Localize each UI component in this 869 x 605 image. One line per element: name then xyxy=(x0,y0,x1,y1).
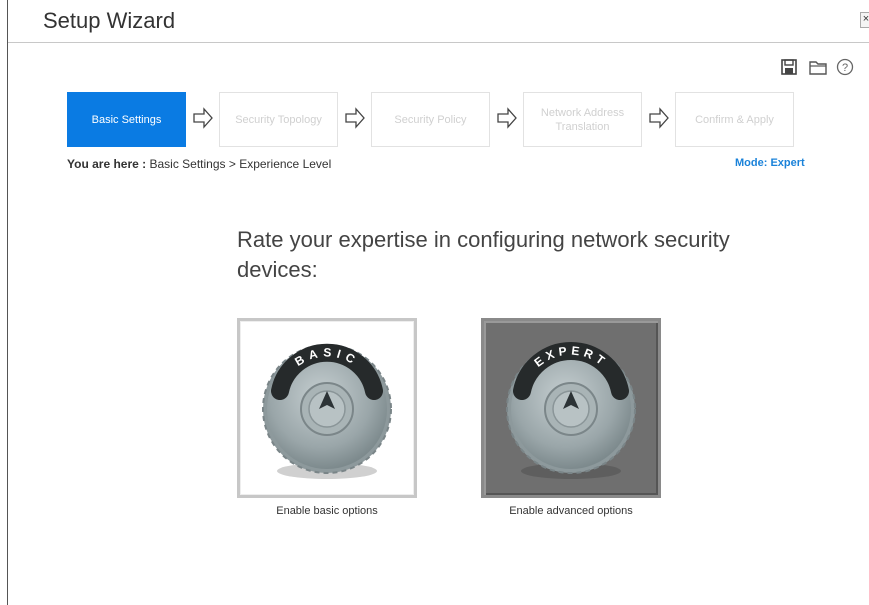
help-icon[interactable]: ? xyxy=(836,58,854,76)
step-network-address-translation[interactable]: Network Address Translation xyxy=(523,92,642,147)
step-security-policy[interactable]: Security Policy xyxy=(371,92,490,147)
basic-option-card[interactable]: BASIC xyxy=(237,318,417,498)
arrow-right-icon xyxy=(496,107,518,129)
step-confirm-apply[interactable]: Confirm & Apply xyxy=(675,92,794,147)
arrow-right-icon xyxy=(648,107,670,129)
breadcrumb-prefix: You are here : xyxy=(67,157,147,171)
step-basic-settings[interactable]: Basic Settings xyxy=(67,92,186,147)
step-security-topology[interactable]: Security Topology xyxy=(219,92,338,147)
arrow-right-icon xyxy=(344,107,366,129)
setup-wizard-window: Setup Wizard × ? Basic Settings Security… xyxy=(7,0,869,605)
expert-option-card[interactable]: EXPERT xyxy=(481,318,661,498)
window-title: Setup Wizard xyxy=(43,8,176,33)
close-button[interactable]: × xyxy=(860,12,869,28)
basic-option-caption[interactable]: Enable basic options xyxy=(237,505,417,517)
breadcrumb-path: Basic Settings > Experience Level xyxy=(149,157,332,171)
basic-dial-icon: BASIC xyxy=(262,343,392,479)
save-icon[interactable] xyxy=(780,58,798,76)
expert-option-caption[interactable]: Enable advanced options xyxy=(481,505,661,517)
folder-icon[interactable] xyxy=(808,58,827,76)
breadcrumb: You are here : Basic Settings > Experien… xyxy=(67,157,331,171)
svg-text:?: ? xyxy=(842,62,848,74)
title-bar: Setup Wizard × xyxy=(8,0,869,43)
arrow-right-icon xyxy=(192,107,214,129)
mode-label: Mode: Expert xyxy=(735,157,805,169)
expertise-question: Rate your expertise in configuring netwo… xyxy=(237,227,730,282)
expert-dial-icon: EXPERT xyxy=(506,341,636,479)
